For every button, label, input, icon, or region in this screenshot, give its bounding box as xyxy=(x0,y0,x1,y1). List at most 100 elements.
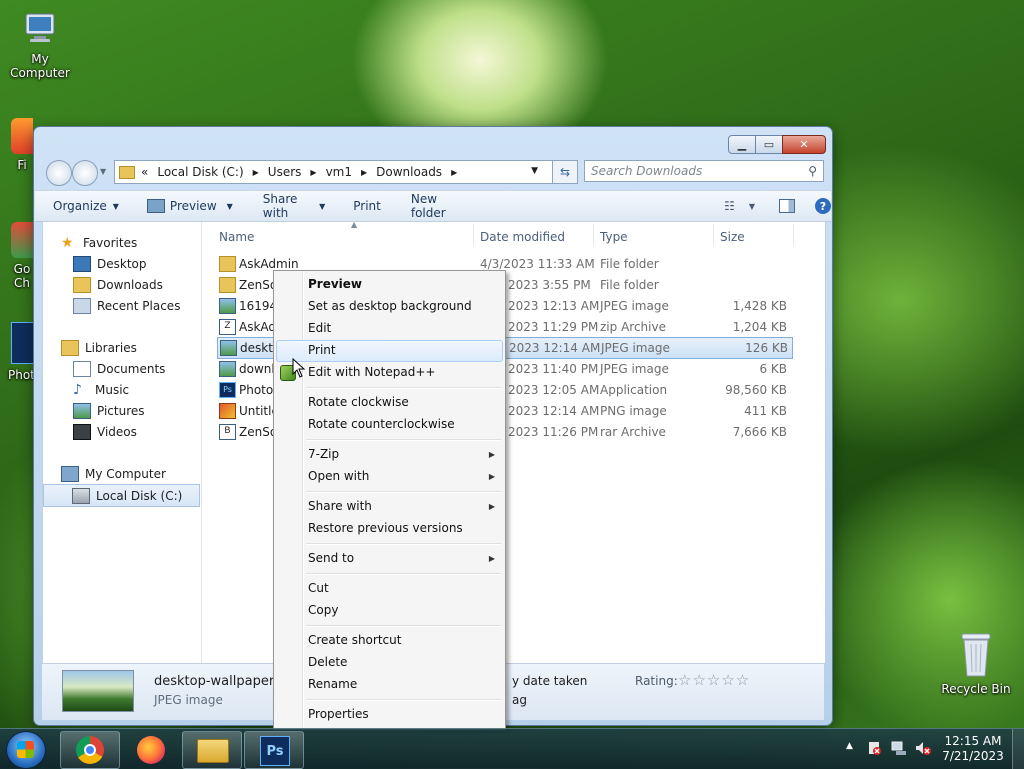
menu-item-restore-previous-versions[interactable]: Restore previous versions xyxy=(308,521,463,535)
details-tags[interactable]: ag xyxy=(512,693,527,707)
nav-desktop[interactable]: Desktop xyxy=(73,253,147,274)
menu-item-edit[interactable]: Edit xyxy=(308,321,331,335)
nav-my-computer[interactable]: My Computer xyxy=(61,463,166,484)
menu-separator xyxy=(306,625,501,627)
close-button[interactable]: ✕ xyxy=(782,135,826,154)
refresh-button[interactable]: ⇆ xyxy=(552,160,578,184)
new-folder-button[interactable]: New folder xyxy=(411,192,464,220)
volume-muted-icon[interactable] xyxy=(914,740,932,756)
desktop-icon-recycle-bin[interactable]: Recycle Bin xyxy=(938,632,1014,696)
mouse-cursor-icon xyxy=(292,357,306,381)
menu-item-properties[interactable]: Properties xyxy=(308,707,369,721)
menu-item-copy[interactable]: Copy xyxy=(308,603,338,617)
clock[interactable]: 12:15 AM 7/21/2023 xyxy=(940,734,1006,764)
minimize-button[interactable]: ▁ xyxy=(728,135,756,154)
breadcrumb-vm1[interactable]: vm1 xyxy=(326,165,352,179)
menu-item-rotate-counterclockwise[interactable]: Rotate counterclockwise xyxy=(308,417,455,431)
file-size: 126 KB xyxy=(745,341,788,355)
taskbar-firefox-button[interactable] xyxy=(122,731,182,769)
menu-item-delete[interactable]: Delete xyxy=(308,655,347,669)
column-separator[interactable] xyxy=(793,224,794,246)
desktop-icon xyxy=(73,255,91,272)
menu-item-send-to[interactable]: Send to xyxy=(308,551,354,565)
nav-favorites[interactable]: ★ Favorites xyxy=(61,232,137,253)
column-type[interactable]: Type xyxy=(600,230,628,248)
menu-item-7zip[interactable]: 7-Zip xyxy=(308,447,339,461)
videos-icon xyxy=(73,423,91,440)
preview-button[interactable]: Preview ▼ xyxy=(146,199,233,213)
recent-pages-chevron-icon[interactable]: ▼ xyxy=(100,167,106,176)
breadcrumb-local-disk[interactable]: Local Disk (C:) xyxy=(157,165,243,179)
nav-label: Downloads xyxy=(97,277,163,292)
menu-item-preview[interactable]: Preview xyxy=(308,277,362,291)
nav-downloads[interactable]: Downloads xyxy=(73,274,163,295)
help-button[interactable]: ? xyxy=(815,198,831,214)
nav-libraries[interactable]: Libraries xyxy=(61,337,137,358)
downloads-folder-icon xyxy=(73,276,91,293)
details-filetype: JPEG image xyxy=(154,693,223,707)
close-icon: ✕ xyxy=(799,138,809,151)
menu-item-cut[interactable]: Cut xyxy=(308,581,329,595)
menu-item-share-with[interactable]: Share with xyxy=(308,499,372,513)
menu-item-rename[interactable]: Rename xyxy=(308,677,357,691)
breadcrumb-separator-icon: ▶ xyxy=(361,167,368,177)
forward-button[interactable] xyxy=(72,160,98,186)
preview-icon xyxy=(146,199,165,213)
folder-icon xyxy=(219,256,236,272)
address-bar[interactable]: « Local Disk (C:) ▶ Users ▶ vm1 ▶ Downlo… xyxy=(114,160,578,184)
menu-item-edit-with-notepad[interactable]: Edit with Notepad++ xyxy=(308,365,435,379)
column-separator[interactable] xyxy=(713,224,714,246)
taskbar-explorer-button[interactable] xyxy=(182,731,242,769)
taskbar-chrome-button[interactable] xyxy=(60,731,120,769)
desktop-icon-my-computer[interactable]: My Computer xyxy=(0,8,80,80)
column-name[interactable]: Name xyxy=(219,230,254,248)
breadcrumb-separator-icon: ▶ xyxy=(252,167,259,177)
back-button[interactable] xyxy=(46,160,72,186)
column-separator[interactable] xyxy=(473,224,474,246)
firefox-icon xyxy=(11,118,33,154)
desktop-icon-firefox-partial[interactable]: Fi xyxy=(10,118,34,172)
organize-button[interactable]: Organize ▼ xyxy=(53,199,119,213)
menu-item-rotate-clockwise[interactable]: Rotate clockwise xyxy=(308,395,409,409)
column-size[interactable]: Size xyxy=(720,230,745,248)
column-date-modified[interactable]: Date modified xyxy=(480,230,565,248)
breadcrumb-downloads[interactable]: Downloads xyxy=(376,165,442,179)
nav-recent-places[interactable]: Recent Places xyxy=(73,295,180,316)
print-button[interactable]: Print xyxy=(353,199,381,213)
file-type: JPEG image xyxy=(601,341,670,355)
nav-local-disk[interactable]: Local Disk (C:) xyxy=(43,484,200,507)
breadcrumb-users[interactable]: Users xyxy=(268,165,302,179)
search-input[interactable]: Search Downloads ⚲ xyxy=(584,160,824,182)
address-chevron[interactable]: « xyxy=(141,165,148,179)
desktop-icon-chrome-partial[interactable]: Go Ch xyxy=(10,222,34,290)
sort-arrow-icon: ▲ xyxy=(351,220,358,229)
window-controls: ▁ ▭ ✕ xyxy=(728,135,826,154)
nav-label: Desktop xyxy=(97,256,147,271)
taskbar-photoshop-button[interactable]: Ps xyxy=(244,731,304,769)
maximize-button[interactable]: ▭ xyxy=(755,135,783,154)
file-type: rar Archive xyxy=(600,425,666,439)
network-icon[interactable] xyxy=(890,740,908,756)
nav-music[interactable]: ♪ Music xyxy=(73,379,129,400)
share-with-button[interactable]: Share with ▼ xyxy=(263,192,325,220)
view-options-button[interactable]: ☷ ▼ xyxy=(724,199,755,213)
address-dropdown-icon[interactable]: ▼ xyxy=(531,166,538,176)
nav-pictures[interactable]: Pictures xyxy=(73,400,145,421)
nav-label: Favorites xyxy=(83,235,138,250)
maximize-icon: ▭ xyxy=(763,138,775,151)
show-hidden-icons-button[interactable]: ▲ xyxy=(846,741,853,751)
details-date-taken: y date taken xyxy=(512,674,588,688)
preview-pane-button[interactable] xyxy=(779,199,795,213)
nav-documents[interactable]: Documents xyxy=(73,358,165,379)
column-separator[interactable] xyxy=(593,224,594,246)
menu-item-create-shortcut[interactable]: Create shortcut xyxy=(308,633,401,647)
menu-item-open-with[interactable]: Open with xyxy=(308,469,369,483)
file-date: 2023 3:55 PM xyxy=(508,278,591,292)
start-button[interactable] xyxy=(6,731,46,769)
action-center-icon[interactable] xyxy=(866,740,882,756)
menu-item-print[interactable]: Print xyxy=(308,343,336,357)
show-desktop-button[interactable] xyxy=(1012,729,1024,769)
nav-videos[interactable]: Videos xyxy=(73,421,137,442)
menu-item-set-desktop-background[interactable]: Set as desktop background xyxy=(308,299,472,313)
rating-stars[interactable]: ☆☆☆☆☆ xyxy=(678,671,750,689)
